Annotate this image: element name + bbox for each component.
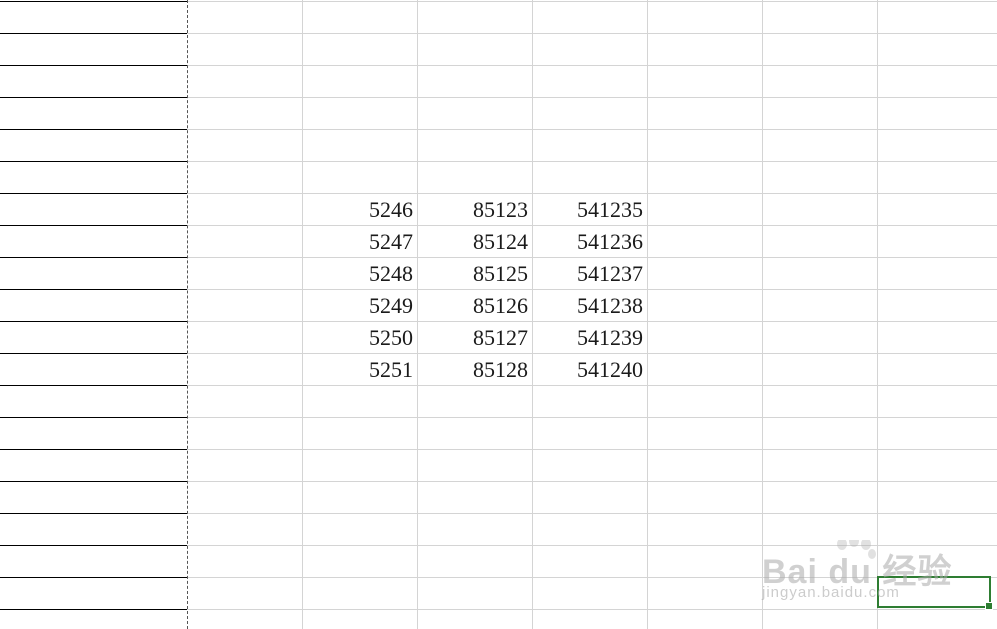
row-gridline bbox=[187, 129, 997, 130]
column-a-row-border bbox=[0, 385, 187, 386]
table-cell[interactable]: 5250 bbox=[302, 321, 417, 353]
column-a-row-border bbox=[0, 609, 187, 610]
column-a-row-border bbox=[0, 97, 187, 98]
column-a-row-border bbox=[0, 257, 187, 258]
column-a-dashed-border bbox=[187, 0, 188, 629]
row-gridline bbox=[187, 609, 997, 610]
row-gridline bbox=[187, 65, 997, 66]
table-cell[interactable]: 85126 bbox=[417, 289, 532, 321]
column-a-row-border bbox=[0, 225, 187, 226]
row-gridline bbox=[187, 385, 997, 386]
row-gridline bbox=[187, 577, 997, 578]
column-gridline bbox=[762, 0, 763, 629]
row-gridline bbox=[187, 449, 997, 450]
table-cell[interactable]: 5247 bbox=[302, 225, 417, 257]
column-a-row-border bbox=[0, 545, 187, 546]
column-a-row-border bbox=[0, 353, 187, 354]
column-a-row-border bbox=[0, 321, 187, 322]
table-cell[interactable]: 85123 bbox=[417, 193, 532, 225]
table-cell[interactable]: 5251 bbox=[302, 353, 417, 385]
column-a-row-border bbox=[0, 577, 187, 578]
table-cell[interactable]: 5249 bbox=[302, 289, 417, 321]
column-a-row-border bbox=[0, 33, 187, 34]
table-cell[interactable]: 541235 bbox=[532, 193, 647, 225]
column-a-row-border bbox=[0, 1, 187, 2]
row-gridline bbox=[187, 417, 997, 418]
column-a-row-border bbox=[0, 193, 187, 194]
column-a-row-border bbox=[0, 481, 187, 482]
active-cell-selection[interactable] bbox=[877, 576, 993, 610]
row-gridline bbox=[187, 481, 997, 482]
table-cell[interactable]: 5246 bbox=[302, 193, 417, 225]
column-gridline bbox=[877, 0, 878, 629]
table-cell[interactable]: 541239 bbox=[532, 321, 647, 353]
column-a-row-border bbox=[0, 449, 187, 450]
table-cell[interactable]: 541236 bbox=[532, 225, 647, 257]
row-gridline bbox=[187, 33, 997, 34]
table-cell[interactable]: 541238 bbox=[532, 289, 647, 321]
column-a-row-border bbox=[0, 513, 187, 514]
table-cell[interactable]: 541237 bbox=[532, 257, 647, 289]
column-a-row-border bbox=[0, 417, 187, 418]
table-cell[interactable]: 85128 bbox=[417, 353, 532, 385]
column-a-row-border bbox=[0, 129, 187, 130]
row-gridline bbox=[187, 1, 997, 2]
spreadsheet-grid[interactable]: Bai du 经验 jingyan.baidu.com 5246 85123 541… bbox=[0, 0, 997, 629]
column-a-row-border bbox=[0, 65, 187, 66]
table-cell[interactable]: 541240 bbox=[532, 353, 647, 385]
row-gridline bbox=[187, 97, 997, 98]
table-cell[interactable]: 85127 bbox=[417, 321, 532, 353]
column-a-row-border bbox=[0, 161, 187, 162]
row-gridline bbox=[187, 545, 997, 546]
fill-handle[interactable] bbox=[985, 602, 993, 610]
row-gridline bbox=[187, 513, 997, 514]
row-gridline bbox=[187, 161, 997, 162]
table-cell[interactable]: 85124 bbox=[417, 225, 532, 257]
table-cell[interactable]: 85125 bbox=[417, 257, 532, 289]
table-cell[interactable]: 5248 bbox=[302, 257, 417, 289]
column-gridline bbox=[647, 0, 648, 629]
column-a-row-border bbox=[0, 289, 187, 290]
